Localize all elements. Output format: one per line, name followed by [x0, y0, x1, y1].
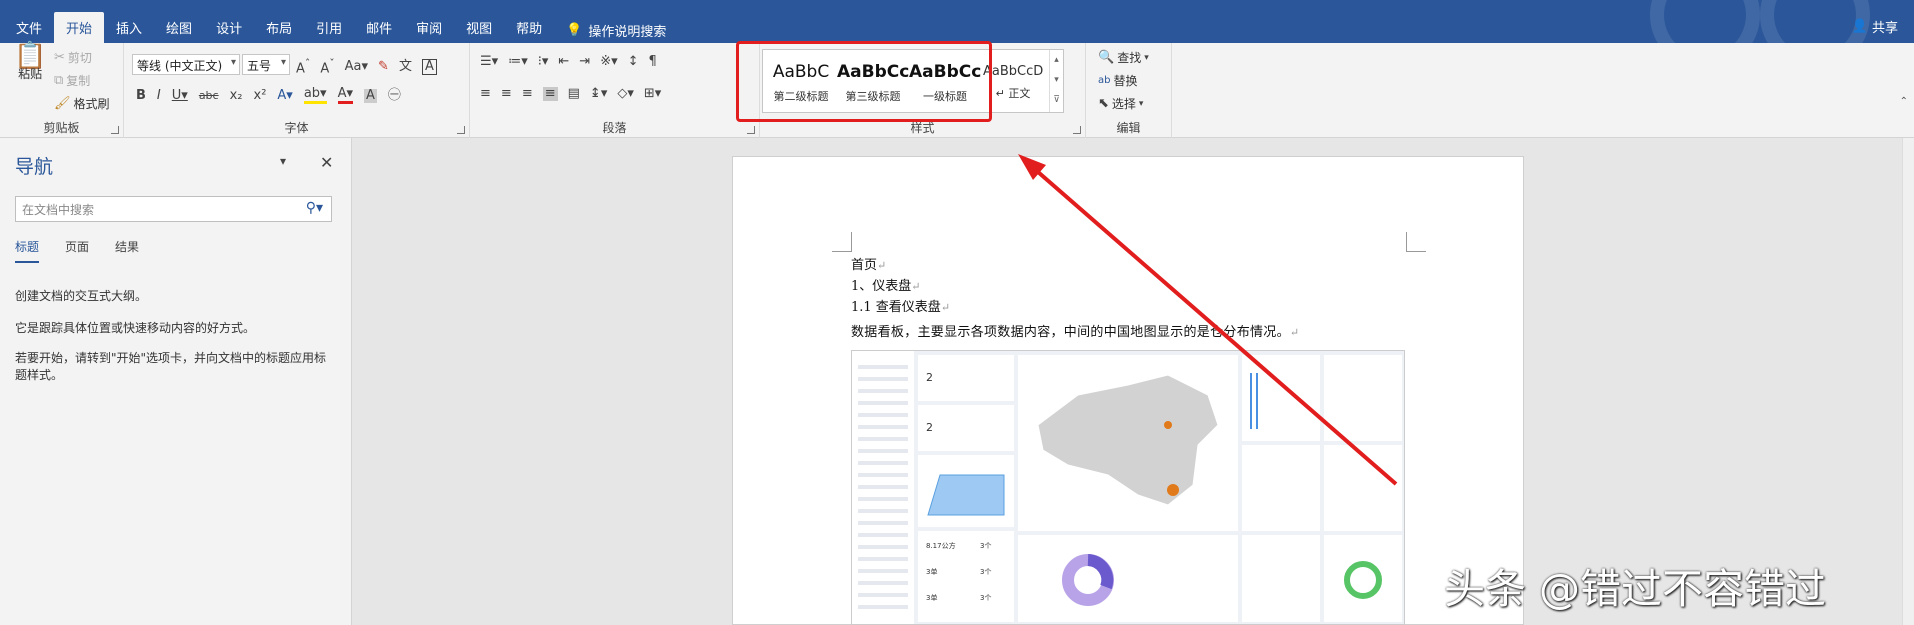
vertical-scrollbar[interactable]: [1902, 138, 1914, 625]
arrow-line: [1028, 163, 1398, 486]
annotation-arrow: [1018, 154, 1398, 486]
watermark-text: 头条 @错过不容错过: [1444, 565, 1827, 613]
